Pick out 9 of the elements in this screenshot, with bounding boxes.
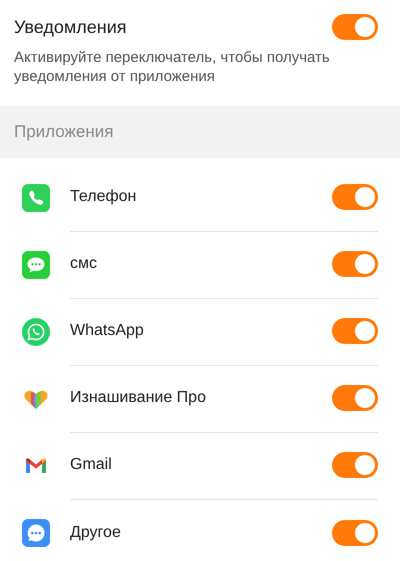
settings-title: Уведомления <box>14 16 127 38</box>
app-name: Другое <box>70 524 121 542</box>
app-name: Изнашивание Про <box>70 389 206 407</box>
app-name: WhatsApp <box>70 322 144 340</box>
app-name: смс <box>70 255 97 273</box>
section-heading: Приложения <box>14 122 114 142</box>
app-name: Телефон <box>70 188 136 206</box>
app-name: Gmail <box>70 456 112 474</box>
description-text: Активируйте переключатель, чтобы получать уведомления от приложения <box>14 48 331 86</box>
